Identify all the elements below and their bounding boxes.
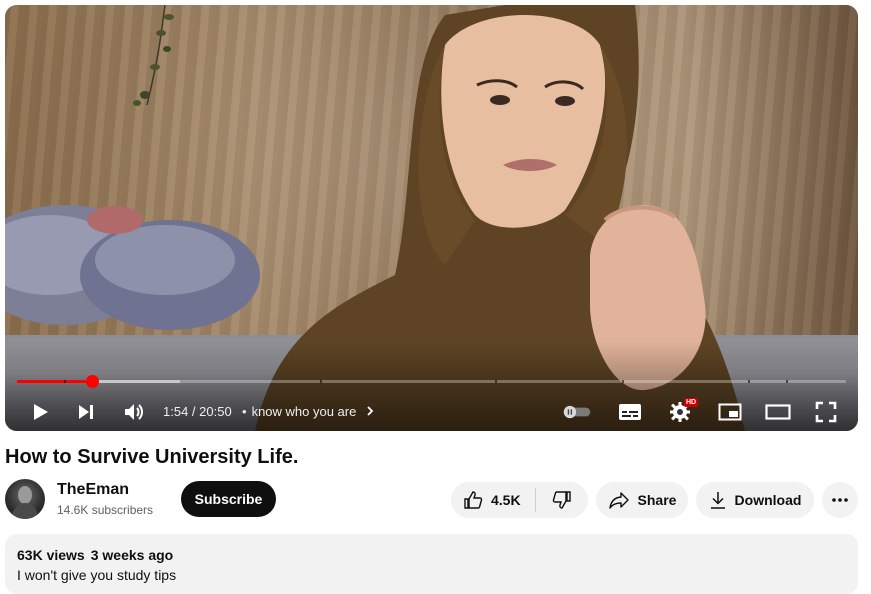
chapter-marker: [64, 380, 66, 383]
video-meta: 63K views 3 weeks ago: [17, 547, 179, 563]
chapter-marker: [786, 380, 788, 383]
download-button[interactable]: Download: [696, 482, 814, 518]
video-title: How to Survive University Life.: [5, 446, 299, 468]
dislike-icon: [552, 491, 571, 509]
description-box[interactable]: 63K views 3 weeks ago I won't give you st…: [5, 534, 858, 594]
mute-button[interactable]: [119, 397, 149, 427]
chapter-marker: [495, 380, 497, 383]
channel-avatar[interactable]: [5, 479, 45, 519]
time-separator: /: [188, 404, 200, 419]
subtitles-icon: [619, 404, 641, 420]
play-icon: [34, 404, 48, 420]
like-count: 4.5K: [491, 492, 521, 508]
upload-date: 3 weeks ago: [90, 547, 174, 563]
chevron-right-icon: [367, 406, 374, 416]
chapter-marker: [320, 380, 322, 383]
theater-mode-button[interactable]: [763, 397, 793, 427]
volume-icon: [125, 404, 143, 420]
duration: 20:50: [199, 404, 232, 419]
more-icon: [832, 498, 848, 502]
dislike-button[interactable]: [536, 482, 588, 518]
subtitles-button[interactable]: [615, 397, 645, 427]
chapter-marker: [622, 380, 624, 383]
avatar-image: [11, 486, 39, 519]
plant-decoration: [133, 5, 174, 106]
more-actions-button[interactable]: [822, 482, 858, 518]
player-controls: 1:54 / 20:50 • know who you are HD: [5, 393, 858, 431]
autoplay-toggle-icon: [563, 405, 591, 419]
miniplayer-button[interactable]: [715, 397, 745, 427]
next-icon: [79, 405, 93, 419]
fullscreen-button[interactable]: [811, 397, 841, 427]
progress-bar[interactable]: [17, 375, 846, 388]
like-dislike-group: 4.5K: [451, 482, 588, 518]
fullscreen-icon: [815, 401, 837, 423]
autoplay-toggle[interactable]: [562, 397, 592, 427]
like-icon: [464, 491, 483, 509]
download-label: Download: [734, 492, 802, 508]
miniplayer-icon: [718, 403, 742, 421]
share-button[interactable]: Share: [596, 482, 688, 518]
chapter-title: know who you are: [251, 404, 357, 419]
current-time: 1:54: [163, 404, 189, 419]
description-text: I won't give you study tips: [17, 567, 177, 583]
theater-mode-icon: [765, 404, 791, 420]
channel-name[interactable]: TheEman: [57, 481, 129, 499]
settings-button[interactable]: HD: [665, 397, 699, 427]
time-display: 1:54 / 20:50: [163, 404, 232, 419]
view-count: 63K views: [17, 547, 85, 563]
share-icon: [608, 492, 629, 509]
next-button[interactable]: [71, 397, 101, 427]
subscribe-button[interactable]: Subscribe: [181, 481, 276, 517]
hd-badge: HD: [684, 398, 699, 407]
download-icon: [710, 492, 725, 509]
played-bar: [17, 380, 93, 383]
like-button[interactable]: 4.5K: [451, 482, 535, 518]
share-label: Share: [637, 492, 677, 508]
chapter-button[interactable]: • know who you are: [242, 404, 376, 419]
play-button[interactable]: [25, 397, 55, 427]
video-player[interactable]: 1:54 / 20:50 • know who you are HD: [5, 5, 858, 431]
subscriber-count: 14.6K subscribers: [57, 503, 154, 517]
chapter-marker: [748, 380, 750, 383]
